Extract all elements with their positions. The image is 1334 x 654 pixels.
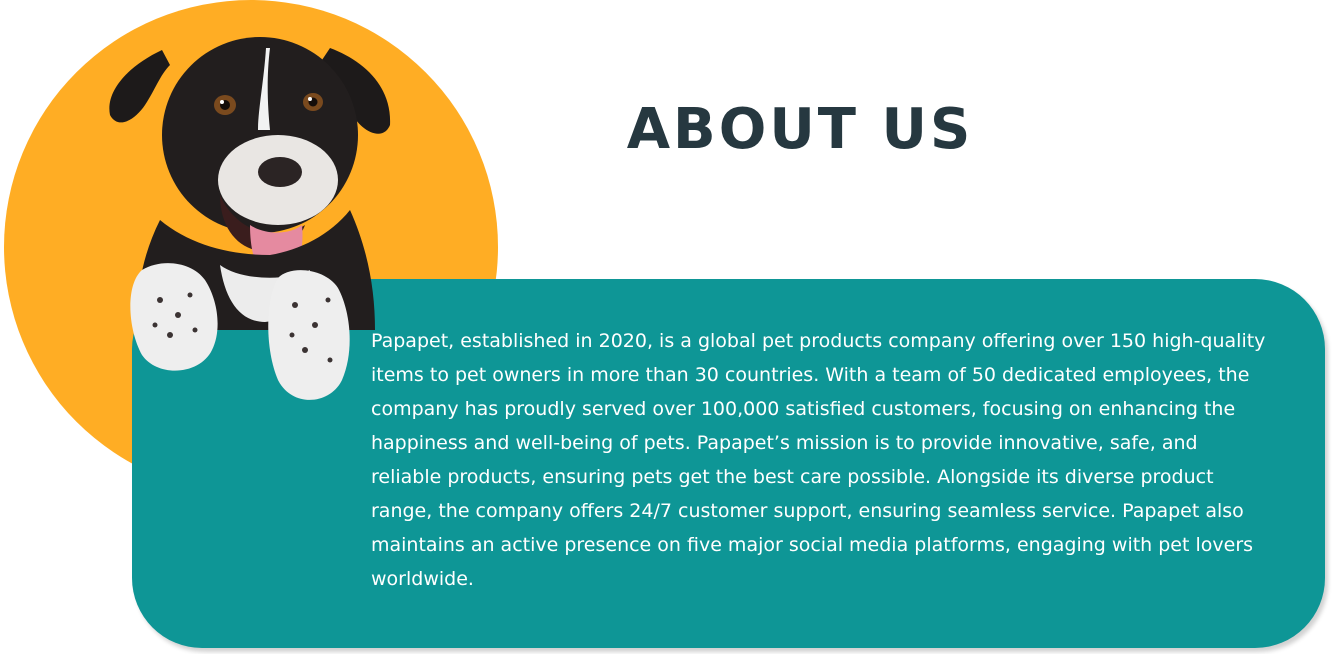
puppy-image [109,37,391,400]
about-us-section: ABOUT US Papapet, established in 2020, i… [0,0,1334,654]
right-paw [268,270,350,400]
about-description: Papapet, established in 2020, is a globa… [371,330,1266,590]
page-title: ABOUT US [626,97,974,162]
left-ear [109,50,170,123]
